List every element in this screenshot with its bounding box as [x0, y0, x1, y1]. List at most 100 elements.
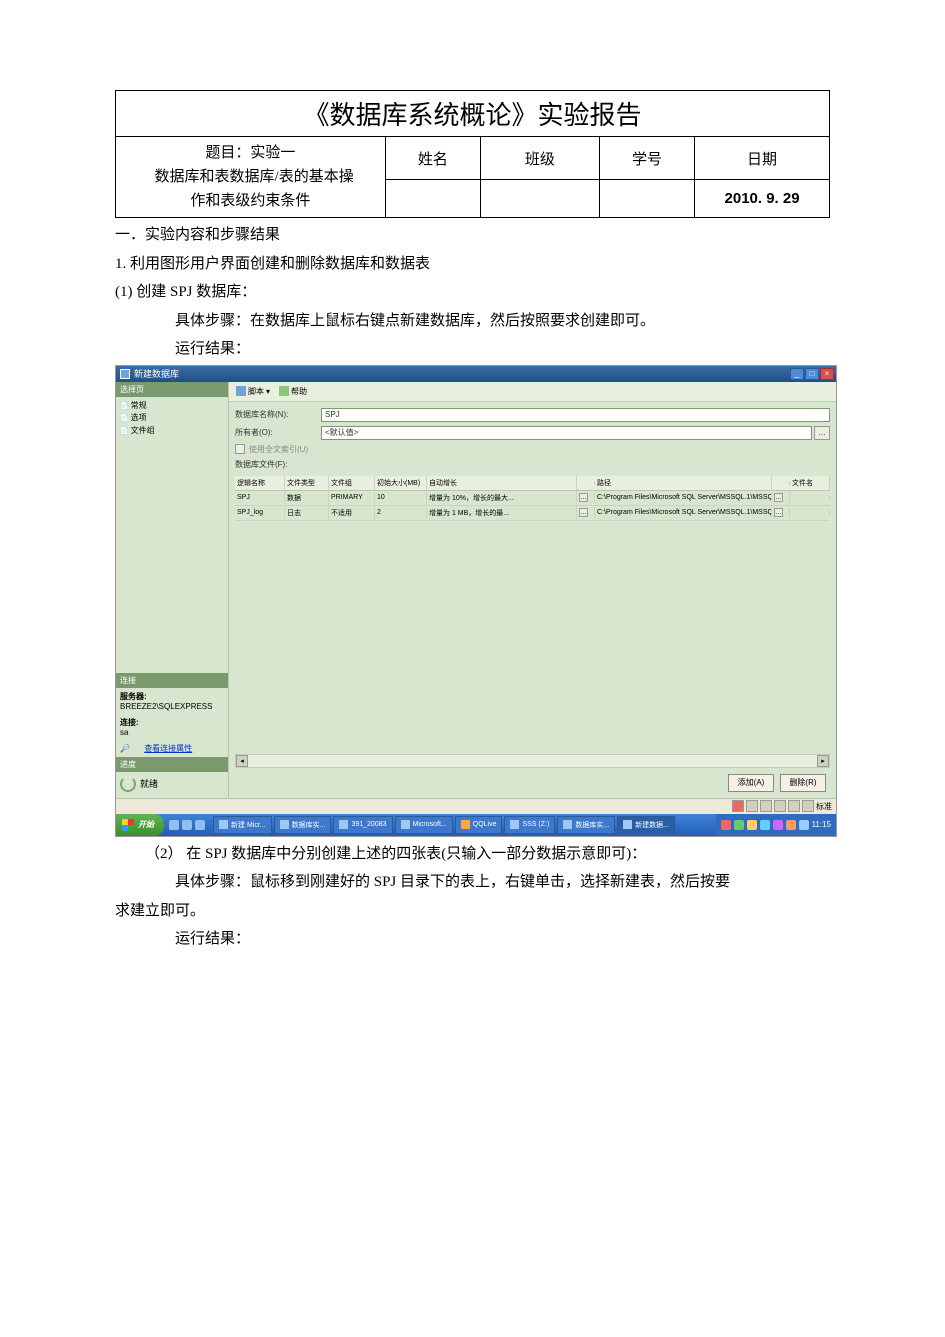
quick-launch-icon[interactable]	[169, 820, 179, 830]
tray-icon[interactable]	[721, 820, 731, 830]
cell-path: C:\Program Files\Microsoft SQL Server\MS…	[595, 492, 772, 503]
windows-logo-icon	[122, 819, 134, 831]
view-connection-link[interactable]: 查看连接属性	[132, 744, 192, 753]
cell-autogrow: 增量为 1 MB，增长的最...	[427, 506, 577, 520]
task-icon	[219, 820, 228, 829]
form-area: 数据库名称(N): SPJ 所有者(O): <默认值> … 使用全文索引(U) …	[229, 402, 836, 474]
task-label: 数据库实...	[292, 820, 326, 830]
ime-mode-icon[interactable]	[746, 800, 758, 812]
path-browse-button[interactable]: …	[774, 508, 783, 517]
val-date: 2010. 9. 29	[695, 180, 830, 218]
cell-fgroup: 不适用	[329, 506, 375, 520]
sidebar-item-options[interactable]: 选项	[120, 412, 224, 425]
start-button[interactable]: 开始	[116, 814, 164, 836]
task-label: Microsoft...	[413, 821, 447, 828]
result-label-1: 运行结果：	[115, 338, 830, 361]
progress-spinner-icon	[120, 776, 136, 792]
taskbar-item[interactable]: QQLive	[455, 816, 503, 834]
sidebar-item-filegroups[interactable]: 文件组	[120, 425, 224, 438]
col-path: 路径	[595, 476, 772, 490]
taskbar-item[interactable]: SSS (Z:)	[504, 816, 555, 834]
tray-icon[interactable]	[799, 820, 809, 830]
db-name-input[interactable]: SPJ	[321, 408, 830, 422]
steps-2-line2: 求建立即可。	[115, 900, 830, 923]
sidebar-select-page-head: 选择页	[116, 382, 228, 397]
taskbar-item[interactable]: Microsoft...	[395, 816, 453, 834]
progress-text: 就绪	[140, 777, 158, 790]
owner-label: 所有者(O):	[235, 427, 321, 438]
fulltext-checkbox[interactable]	[235, 444, 245, 454]
taskbar-item-active[interactable]: 新建数据...	[617, 816, 675, 834]
col-logical: 逻辑名称	[235, 476, 285, 490]
scroll-right-button[interactable]: ▸	[817, 755, 829, 767]
report-title: 《数据库系统概论》实验报告	[116, 91, 830, 137]
report-header-table: 《数据库系统概论》实验报告 题目：实验一 数据库和表数据库/表的基本操 作和表级…	[115, 90, 830, 218]
col-id: 学号	[599, 137, 694, 180]
task-icon	[623, 820, 632, 829]
taskbar: 开始 新建 Micr... 数据库实... 391_20083 Microsof…	[116, 814, 836, 836]
grid-header-row: 逻辑名称 文件类型 文件组 初始大小(MB) 自动增长 路径 文件名	[235, 476, 830, 491]
autogrow-browse-button[interactable]: …	[579, 493, 588, 502]
quick-launch-icon[interactable]	[182, 820, 192, 830]
task-icon	[461, 820, 470, 829]
owner-input[interactable]: <默认值>	[321, 426, 812, 440]
cell-autogrow: 增量为 10%，增长的最大...	[427, 491, 577, 505]
remove-button[interactable]: 删除(R)	[780, 774, 826, 792]
quick-launch-icon[interactable]	[195, 820, 205, 830]
sub-item-1: (1) 创建 SPJ 数据库：	[115, 281, 830, 304]
minimize-button[interactable]: _	[790, 368, 804, 380]
window-titlebar: 新建数据库 _ □ ×	[116, 366, 836, 382]
grid-row[interactable]: SPJ_log 日志 不适用 2 增量为 1 MB，增长的最... … C:\P…	[235, 506, 830, 521]
cell-filename	[790, 511, 830, 515]
task-icon	[401, 820, 410, 829]
server-value: BREEZE2\SQLEXPRESS	[120, 702, 212, 711]
db-name-value: SPJ	[325, 410, 340, 419]
ime-icon[interactable]	[732, 800, 744, 812]
task-icon	[339, 820, 348, 829]
language-bar: 标准	[116, 798, 836, 814]
sidebar: 选择页 常规 选项 文件组 连接 服务器: BREEZE2\SQLEXPRESS…	[116, 382, 228, 798]
cell-initsize: 10	[375, 492, 427, 503]
files-grid: 逻辑名称 文件类型 文件组 初始大小(MB) 自动增长 路径 文件名 SPJ 数…	[235, 476, 830, 754]
taskbar-item[interactable]: 数据库实...	[557, 816, 615, 834]
toolbar-help-button[interactable]: 帮助	[276, 385, 310, 398]
grid-row[interactable]: SPJ 数据 PRIMARY 10 增量为 10%，增长的最大... … C:\…	[235, 491, 830, 506]
grid-empty-area	[235, 521, 830, 713]
task-label: QQLive	[473, 821, 497, 828]
taskbar-item[interactable]: 新建 Micr...	[213, 816, 272, 834]
toolbar-script-button[interactable]: 脚本 ▾	[233, 385, 273, 398]
tray-icon[interactable]	[747, 820, 757, 830]
taskbar-item[interactable]: 391_20083	[333, 816, 392, 834]
ime-label: 标准	[816, 801, 832, 812]
add-button[interactable]: 添加(A)	[728, 774, 774, 792]
ime-punct-icon[interactable]	[774, 800, 786, 812]
col-class: 班级	[480, 137, 599, 180]
maximize-button[interactable]: □	[805, 368, 819, 380]
cell-ftype: 数据	[285, 491, 329, 505]
autogrow-browse-button[interactable]: …	[579, 508, 588, 517]
tray-icon[interactable]	[760, 820, 770, 830]
cell-path: C:\Program Files\Microsoft SQL Server\MS…	[595, 507, 772, 518]
toolbar-help-label: 帮助	[291, 386, 307, 397]
task-icon	[510, 820, 519, 829]
taskbar-item[interactable]: 数据库实...	[274, 816, 332, 834]
ime-options-icon[interactable]	[802, 800, 814, 812]
cell-fgroup: PRIMARY	[329, 492, 375, 503]
scroll-left-button[interactable]: ◂	[236, 755, 248, 767]
sidebar-item-general[interactable]: 常规	[120, 400, 224, 413]
tray-icon[interactable]	[734, 820, 744, 830]
sidebar-progress-head: 进度	[116, 757, 228, 772]
close-button[interactable]: ×	[820, 368, 834, 380]
server-label: 服务器: BREEZE2\SQLEXPRESS	[116, 688, 228, 714]
ime-shape-icon[interactable]	[760, 800, 772, 812]
tray-icon[interactable]	[786, 820, 796, 830]
subject-desc-1: 数据库和表数据库/表的基本操	[155, 169, 354, 185]
ime-softkbd-icon[interactable]	[788, 800, 800, 812]
help-icon	[279, 386, 289, 396]
horizontal-scrollbar[interactable]: ◂ ▸	[235, 754, 830, 768]
cell-logical: SPJ_log	[235, 507, 285, 518]
path-browse-button[interactable]: …	[774, 493, 783, 502]
tray-icon[interactable]	[773, 820, 783, 830]
task-label: SSS (Z:)	[522, 821, 549, 828]
owner-browse-button[interactable]: …	[814, 426, 830, 440]
